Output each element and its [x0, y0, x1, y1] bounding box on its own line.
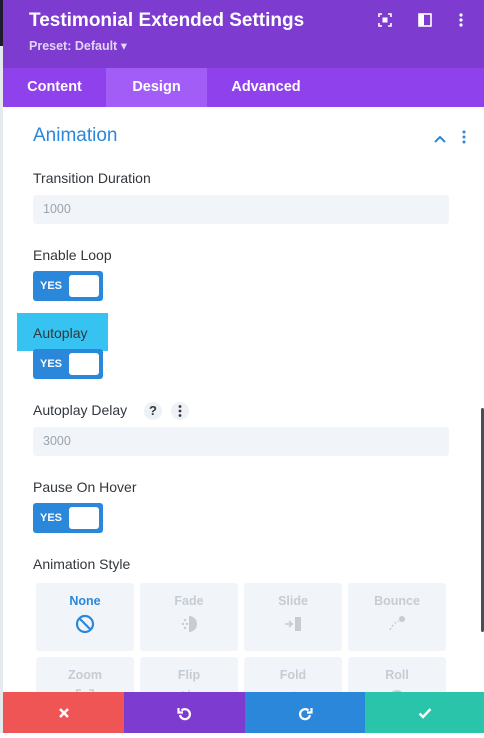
animation-option-slide[interactable]: Slide: [244, 583, 342, 651]
autoplay-delay-input[interactable]: 3000: [33, 427, 449, 456]
toggle-knob: [69, 353, 99, 375]
enable-loop-toggle[interactable]: YES: [33, 271, 103, 301]
fade-icon: [179, 614, 199, 634]
toggle-yes-text: YES: [40, 280, 63, 292]
save-button[interactable]: [365, 692, 484, 733]
modal-footer: [3, 692, 484, 733]
modal-header[interactable]: Testimonial Extended Settings Preset: De…: [3, 0, 484, 68]
toggle-knob: [69, 275, 99, 297]
toggle-yes-text: YES: [40, 512, 63, 524]
option-label: Fade: [174, 594, 204, 608]
option-label: Fold: [279, 668, 307, 682]
animation-option-fade[interactable]: Fade: [140, 583, 238, 651]
section-more-icon[interactable]: [461, 130, 467, 149]
preset-selector[interactable]: Preset: Default ▾: [29, 38, 127, 53]
animation-option-flip[interactable]: Flip: [140, 657, 238, 692]
settings-panel: Animation Transition Duration 1000 Enabl…: [3, 107, 484, 692]
autoplay-delay-label: Autoplay Delay: [33, 402, 128, 418]
toggle-yes-text: YES: [40, 358, 63, 370]
animation-option-none[interactable]: None: [36, 583, 134, 651]
bottom-margin: [0, 733, 484, 738]
option-label: Flip: [177, 668, 201, 682]
discard-button[interactable]: [3, 692, 124, 733]
help-icon[interactable]: ?: [144, 402, 162, 420]
animation-option-zoom[interactable]: Zoom: [36, 657, 134, 692]
animation-option-fold[interactable]: Fold: [244, 657, 342, 692]
split-view-icon[interactable]: [417, 12, 433, 28]
tab-content[interactable]: Content: [3, 68, 106, 107]
undo-button[interactable]: [124, 692, 245, 733]
chevron-up-icon[interactable]: [433, 131, 447, 149]
redo-button[interactable]: [245, 692, 365, 733]
autoplay-label: Autoplay: [33, 325, 88, 341]
field-more-icon[interactable]: [171, 402, 189, 420]
option-label: Bounce: [374, 594, 420, 608]
option-label: Roll: [385, 668, 409, 682]
slide-icon: [283, 614, 303, 634]
pause-on-hover-label: Pause On Hover: [33, 479, 137, 495]
enable-loop-label: Enable Loop: [33, 247, 112, 263]
transition-duration-label: Transition Duration: [33, 170, 151, 186]
pause-on-hover-toggle[interactable]: YES: [33, 503, 103, 533]
focus-icon[interactable]: [377, 12, 393, 28]
tab-advanced[interactable]: Advanced: [207, 68, 325, 107]
section-title[interactable]: Animation: [33, 125, 118, 147]
option-label: Zoom: [67, 668, 103, 682]
autoplay-toggle[interactable]: YES: [33, 349, 103, 379]
settings-modal: Testimonial Extended Settings Preset: De…: [0, 0, 484, 738]
toggle-knob: [69, 507, 99, 529]
bounce-icon: [387, 614, 407, 634]
transition-duration-input[interactable]: 1000: [33, 195, 449, 224]
animation-style-label: Animation Style: [33, 556, 131, 572]
modal-title: Testimonial Extended Settings: [29, 10, 305, 31]
animation-option-roll[interactable]: Roll: [348, 657, 446, 692]
more-vertical-icon[interactable]: [453, 12, 469, 28]
option-label: None: [69, 594, 101, 608]
none-icon: [75, 614, 95, 634]
tab-bar: Content Design Advanced: [3, 68, 484, 107]
tab-design[interactable]: Design: [106, 68, 207, 107]
option-label: Slide: [278, 594, 308, 608]
animation-option-bounce[interactable]: Bounce: [348, 583, 446, 651]
